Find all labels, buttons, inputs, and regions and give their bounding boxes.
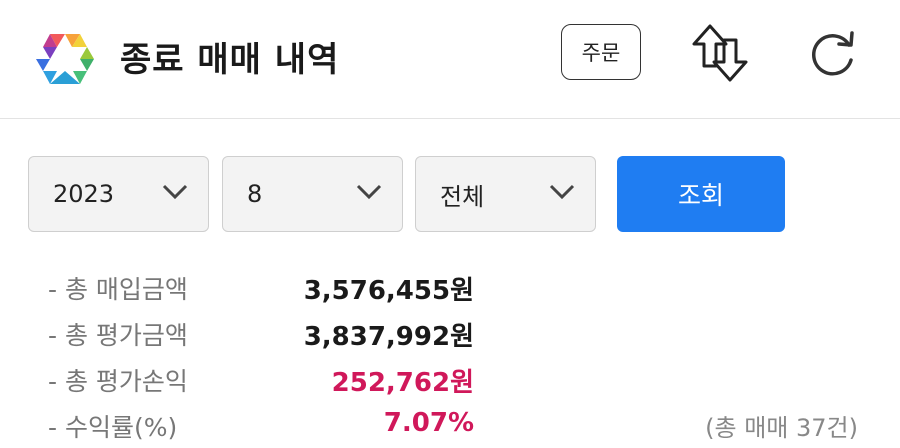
trade-type-select[interactable]: 전체: [415, 156, 596, 232]
swap-arrows-icon[interactable]: [690, 22, 750, 84]
chevron-down-icon: [162, 184, 188, 200]
summary-value: 7.07%: [383, 408, 474, 438]
chevron-down-icon: [549, 184, 575, 200]
app-header: 종료 매매 내역 주문: [0, 0, 900, 119]
summary-label: - 총 평가금액: [48, 321, 188, 350]
summary-label: - 총 평가손익: [48, 367, 188, 396]
chevron-down-icon: [356, 184, 382, 200]
order-button[interactable]: 주문: [561, 24, 641, 80]
refresh-icon[interactable]: [806, 28, 858, 80]
page-title: 종료 매매 내역: [120, 40, 340, 80]
year-value: 2023: [53, 180, 115, 208]
app-logo-icon: [36, 34, 94, 84]
summary-row-total-profit: - 총 평가손익 252,762원: [48, 362, 868, 402]
summary-value: 3,837,992원: [303, 322, 474, 352]
summary-label: - 수익률(%): [48, 413, 178, 442]
trade-count: (총 매매 37건): [705, 414, 858, 442]
summary-value: 252,762원: [331, 368, 474, 398]
month-value: 8: [247, 180, 263, 208]
trade-type-value: 전체: [440, 182, 485, 211]
summary-value: 3,576,455원: [303, 276, 474, 306]
summary-label: - 총 매입금액: [48, 275, 188, 304]
summary-row-return-rate: - 수익률(%) 7.07% (총 매매 37건): [48, 408, 868, 448]
summary-row-total-valuation: - 총 평가금액 3,837,992원: [48, 316, 868, 356]
summary-row-total-purchase: - 총 매입금액 3,576,455원: [48, 270, 868, 310]
month-select[interactable]: 8: [222, 156, 403, 232]
year-select[interactable]: 2023: [28, 156, 209, 232]
search-button[interactable]: 조회: [617, 156, 785, 232]
